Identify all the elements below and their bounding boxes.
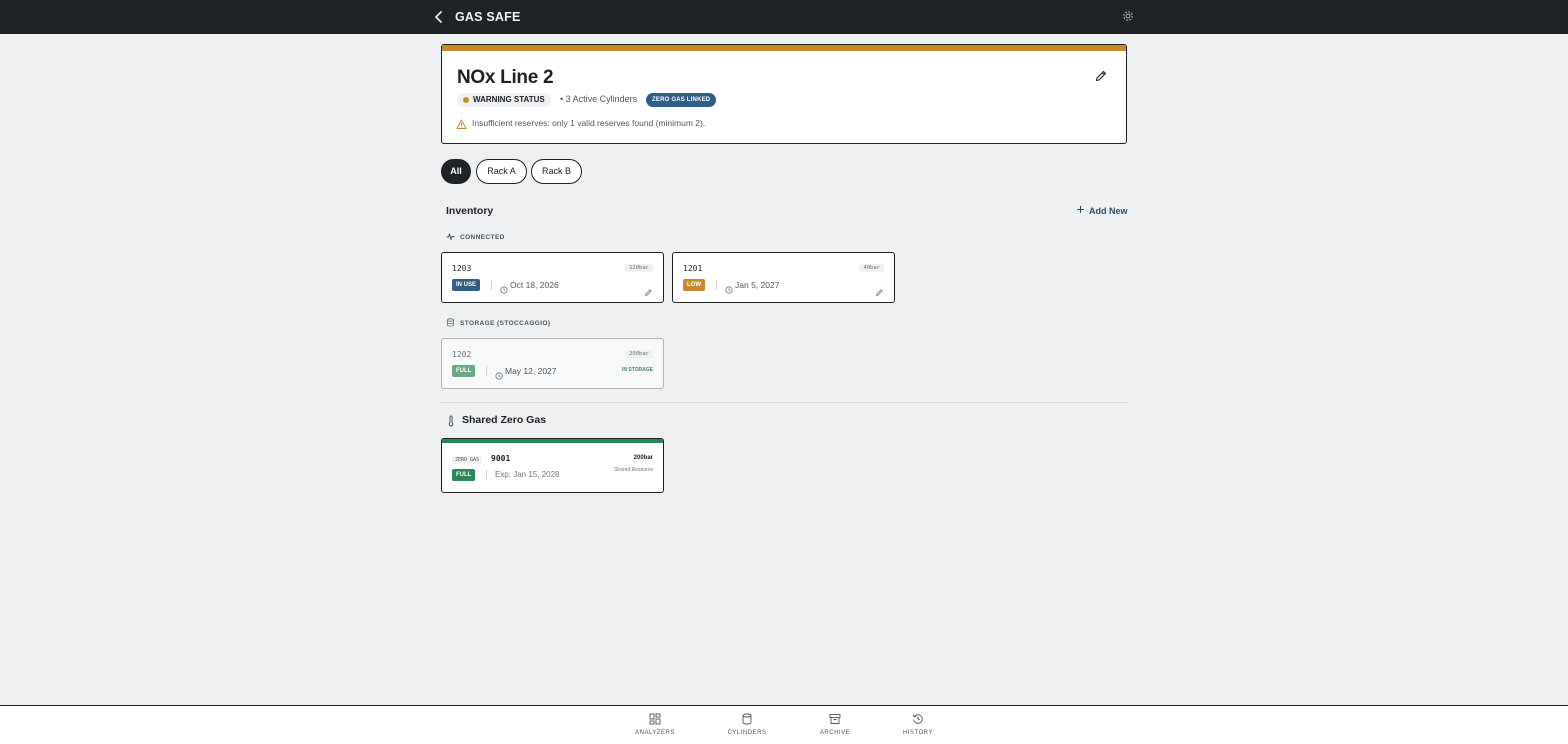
warning-triangle-icon (456, 117, 467, 129)
reserve-warning-message: Insufficient reserves: only 1 valid rese… (472, 118, 706, 128)
cylinder-card-1203[interactable]: 1203 120bar IN USE Oct 18, 2026 (441, 252, 664, 303)
clock-icon (500, 281, 508, 294)
nav-label: CYLINDERS (727, 730, 767, 736)
filter-all[interactable]: All (441, 159, 471, 184)
status-badge: IN USE (452, 279, 481, 291)
cylinder-serial: 1202 (452, 350, 472, 359)
cylinder-serial: 1203 (452, 264, 472, 273)
warning-status-badge: WARNING STATUS (457, 93, 551, 107)
pressure-badge: 200bar (625, 350, 653, 358)
status-badge: LOW (683, 279, 705, 291)
analyzer-name: NOx Line 2 (457, 67, 554, 88)
connected-group-label: CONNECTED (446, 232, 505, 243)
storage-label: STORAGE (STOCCAGGIO) (460, 320, 551, 327)
in-storage-tag: IN STORAGE (621, 367, 653, 373)
bottom-navigation: ANALYZERS CYLINDERS ARCHIVE HISTORY (0, 705, 1568, 744)
grid-icon (625, 713, 685, 725)
divider (486, 470, 487, 480)
analyzer-header-card: NOx Line 2 WARNING STATUS • 3 Active Cyl… (441, 44, 1127, 144)
edit-pencil-icon[interactable] (644, 284, 653, 296)
status-label: WARNING STATUS (473, 95, 545, 104)
full-stripe (442, 439, 663, 443)
nav-analyzers[interactable]: ANALYZERS (625, 713, 685, 736)
expiry-date: May 12, 2027 (505, 366, 557, 376)
pressure-badge: 120bar (625, 264, 653, 272)
filter-rack-b[interactable]: Rack B (531, 159, 582, 184)
add-new-label: Add New (1089, 205, 1128, 216)
zero-gas-tag: ZERO GAS (452, 456, 483, 464)
app-title: GAS SAFE (455, 10, 521, 24)
zero-gas-linked-badge: ZERO GAS LINKED (646, 93, 717, 107)
nav-label: HISTORY (903, 730, 933, 736)
pressure-badge: 40bar (859, 264, 884, 272)
divider (491, 280, 492, 290)
top-bar: GAS SAFE (0, 0, 1568, 34)
divider (716, 280, 717, 290)
status-badge: FULL (452, 469, 476, 481)
nav-history[interactable]: HISTORY (888, 713, 948, 736)
nav-archive[interactable]: ARCHIVE (805, 713, 865, 736)
cylinder-icon (717, 713, 777, 725)
history-icon (888, 713, 948, 725)
cylinder-serial: 1201 (683, 264, 703, 273)
warning-stripe (442, 45, 1126, 51)
zero-gas-card-9001[interactable]: ZERO GAS 9001 200bar Shared Resource FUL… (441, 438, 664, 493)
status-badge: FULL (452, 365, 476, 377)
expiry-date: Oct 18, 2026 (510, 280, 559, 290)
pulse-icon (446, 232, 455, 243)
status-dot (463, 97, 469, 103)
database-icon (446, 318, 455, 329)
edit-pencil-icon[interactable] (875, 284, 884, 296)
clock-icon (495, 367, 503, 380)
gear-icon[interactable] (1121, 9, 1135, 23)
section-divider (441, 402, 1127, 403)
filter-rack-a[interactable]: Rack A (476, 159, 527, 184)
active-cylinders-count: • 3 Active Cylinders (560, 94, 638, 104)
nav-cylinders[interactable]: CYLINDERS (717, 713, 777, 736)
nav-label: ANALYZERS (635, 730, 675, 736)
shared-resource-label: Shared Resource (614, 467, 653, 473)
nav-label: ARCHIVE (819, 730, 851, 736)
thermometer-icon (447, 414, 455, 427)
inventory-title: Inventory (446, 205, 494, 217)
connected-label: CONNECTED (460, 234, 505, 241)
shared-zero-gas-title: Shared Zero Gas (462, 414, 547, 426)
expiry-date: Exp: Jan 15, 2028 (495, 470, 560, 479)
chevron-left-icon[interactable] (432, 9, 446, 25)
edit-pencil-icon[interactable] (1094, 69, 1108, 83)
archive-box-icon (805, 713, 865, 725)
storage-group-label: STORAGE (STOCCAGGIO) (446, 318, 550, 329)
divider (486, 366, 487, 376)
cylinder-card-1201[interactable]: 1201 40bar LOW Jan 5, 2027 (672, 252, 895, 303)
add-new-button[interactable]: Add New (1076, 205, 1128, 216)
cylinder-serial: 9001 (491, 454, 511, 463)
pressure-value: 200bar (633, 455, 653, 461)
cylinder-card-1202[interactable]: 1202 200bar FULL May 12, 2027 IN STORAGE (441, 338, 664, 389)
expiry-date: Jan 5, 2027 (735, 280, 780, 290)
plus-icon (1076, 205, 1085, 216)
clock-icon (725, 281, 733, 294)
